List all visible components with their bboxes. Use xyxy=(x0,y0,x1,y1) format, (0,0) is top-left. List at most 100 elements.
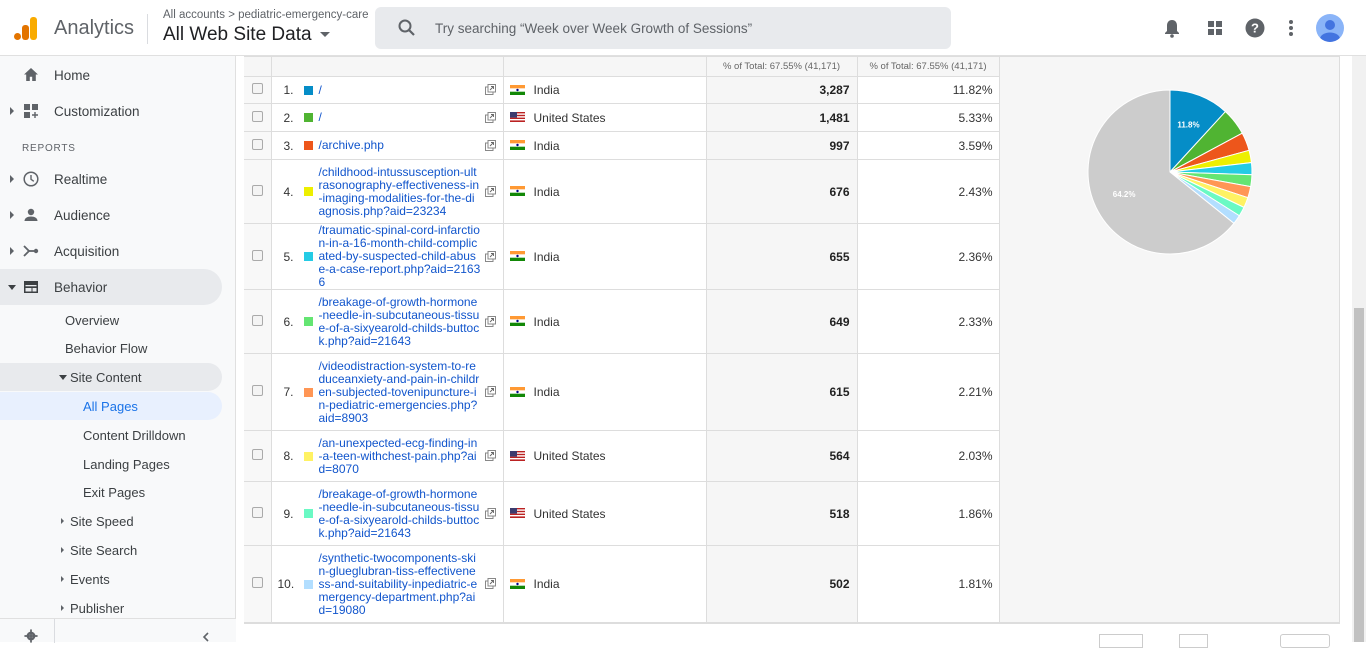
open-external-icon[interactable] xyxy=(484,450,496,461)
country-name: India xyxy=(533,184,560,199)
account-breadcrumb[interactable]: All accounts > pediatric-emergency-care xyxy=(163,9,369,21)
india-flag-icon xyxy=(509,386,525,397)
sidebar-item-audience[interactable]: Audience xyxy=(0,197,222,233)
sidebar-item-behavior-flow[interactable]: Behavior Flow xyxy=(0,334,222,362)
sidebar-item-behavior-overview[interactable]: Overview xyxy=(0,306,222,334)
open-external-icon[interactable] xyxy=(484,578,496,589)
sidebar-item-realtime[interactable]: Realtime xyxy=(0,161,222,197)
sidebar-item-landing-pages[interactable]: Landing Pages xyxy=(0,450,222,478)
sidebar-item-exit-pages[interactable]: Exit Pages xyxy=(0,478,222,506)
notifications-bell-icon[interactable] xyxy=(1161,17,1183,39)
country-cell: India xyxy=(502,289,707,354)
page-scrollbar[interactable] xyxy=(1352,56,1366,642)
settings-gear-icon[interactable] xyxy=(23,629,39,643)
country-cell: India xyxy=(502,353,707,431)
page-link[interactable]: /breakage-of-growth-hormone-needle-in-su… xyxy=(319,295,481,348)
row-checkbox-cell xyxy=(244,289,272,354)
pie-chart-cell: 11.8% 64.2% xyxy=(998,56,1339,623)
apps-grid-icon[interactable] xyxy=(1204,17,1226,39)
page-link[interactable]: /synthetic-twocomponents-skin-glueglubra… xyxy=(319,551,481,617)
row-checkbox[interactable] xyxy=(251,110,263,122)
dashboard-plus-icon xyxy=(24,104,38,118)
page-link[interactable]: / xyxy=(319,83,481,97)
analytics-logo-icon[interactable] xyxy=(13,16,39,42)
us-flag-icon xyxy=(509,508,525,519)
row-checkbox[interactable] xyxy=(251,449,263,460)
pagination-buttons[interactable] xyxy=(1280,634,1330,648)
sidebar-item-behavior[interactable]: Behavior xyxy=(0,269,222,305)
sidebar-item-label: Site Speed xyxy=(70,513,134,529)
metric-percent: 3.59% xyxy=(856,131,1000,160)
open-external-icon[interactable] xyxy=(484,185,496,197)
sidebar-item-label: Site Content xyxy=(70,369,142,385)
summary-cell xyxy=(244,56,272,77)
more-vert-icon[interactable] xyxy=(1280,17,1302,39)
expand-arrow-icon xyxy=(10,247,14,255)
rows-select[interactable] xyxy=(1179,634,1208,648)
scrollbar-thumb[interactable] xyxy=(1354,308,1364,642)
row-checkbox[interactable] xyxy=(251,138,263,150)
metric-value: 3,287 xyxy=(705,76,858,104)
page-link[interactable]: /breakage-of-growth-hormone-needle-in-su… xyxy=(319,487,481,540)
row-checkbox[interactable] xyxy=(251,577,263,588)
sidebar-item-label: All Pages xyxy=(83,398,138,414)
series-color-swatch xyxy=(303,509,313,518)
sidebar-item-content-drilldown[interactable]: Content Drilldown xyxy=(0,421,222,449)
india-flag-icon xyxy=(509,84,525,95)
page-link[interactable]: /traumatic-spinal-cord-infarction-in-a-1… xyxy=(319,224,481,289)
open-external-icon[interactable] xyxy=(484,139,496,151)
help-icon[interactable]: ? xyxy=(1244,17,1266,39)
page-link[interactable]: /childhood-intussusception-ultrasonograp… xyxy=(319,165,481,218)
row-checkbox[interactable] xyxy=(251,506,263,518)
open-external-icon[interactable] xyxy=(484,84,496,95)
sidebar-item-events[interactable]: Events xyxy=(0,565,222,593)
metric-percent: 2.36% xyxy=(856,223,1000,290)
search-input[interactable] xyxy=(435,17,935,39)
sidebar-item-site-content[interactable]: Site Content xyxy=(0,363,222,391)
metric-value: 502 xyxy=(705,545,858,623)
india-flag-icon xyxy=(509,186,525,197)
sidebar-item-customization[interactable]: Customization xyxy=(0,93,222,129)
page-link[interactable]: /videodistraction-system-to-reduceanxiet… xyxy=(319,359,481,425)
open-external-icon[interactable] xyxy=(484,250,496,262)
country-cell: India xyxy=(502,76,707,104)
search-box[interactable] xyxy=(375,7,951,49)
sidebar-item-home[interactable]: Home xyxy=(0,57,222,93)
collapse-sidebar-chevron-icon[interactable] xyxy=(201,632,210,642)
country-cell: United States xyxy=(502,481,707,546)
go-to-page-input[interactable] xyxy=(1099,634,1143,648)
page-cell: 2. / xyxy=(270,103,504,132)
property-selector[interactable]: All Web Site Data xyxy=(163,24,330,46)
page-cell: 5. /traumatic-spinal-cord-infarction-in-a… xyxy=(270,223,504,290)
open-external-icon[interactable] xyxy=(484,111,496,123)
page-link[interactable]: /archive.php xyxy=(319,139,481,152)
row-checkbox[interactable] xyxy=(251,184,263,196)
india-flag-icon xyxy=(509,316,525,327)
row-checkbox[interactable] xyxy=(251,314,263,326)
account-avatar[interactable] xyxy=(1316,14,1344,42)
open-external-icon[interactable] xyxy=(484,507,496,519)
chevron-down-icon xyxy=(319,32,330,38)
summary-cell xyxy=(270,56,504,77)
sidebar-item-site-speed[interactable]: Site Speed xyxy=(0,507,222,535)
pie-chart: 11.8% 64.2% xyxy=(1087,89,1252,255)
search-icon xyxy=(398,19,415,36)
metric-value: 997 xyxy=(705,131,858,160)
sidebar-item-all-pages[interactable]: All Pages xyxy=(0,392,222,420)
row-checkbox[interactable] xyxy=(251,385,263,396)
expand-arrow-icon xyxy=(10,211,14,219)
country-name: India xyxy=(533,385,560,399)
open-external-icon[interactable] xyxy=(484,315,496,327)
expand-arrow-icon xyxy=(61,547,64,553)
open-external-icon[interactable] xyxy=(484,386,496,397)
page-link[interactable]: /an-unexpected-ecg-finding-in-a-teen-wit… xyxy=(319,436,481,476)
row-checkbox[interactable] xyxy=(251,249,263,261)
metric-value: 676 xyxy=(705,159,858,224)
page-link[interactable]: / xyxy=(319,111,481,124)
sidebar-item-site-search[interactable]: Site Search xyxy=(0,536,222,564)
row-checkbox[interactable] xyxy=(251,83,263,94)
row-rank: 1. xyxy=(283,83,294,97)
metric-value: 615 xyxy=(705,353,858,431)
series-color-swatch xyxy=(303,579,313,589)
sidebar-item-acquisition[interactable]: Acquisition xyxy=(0,233,222,269)
